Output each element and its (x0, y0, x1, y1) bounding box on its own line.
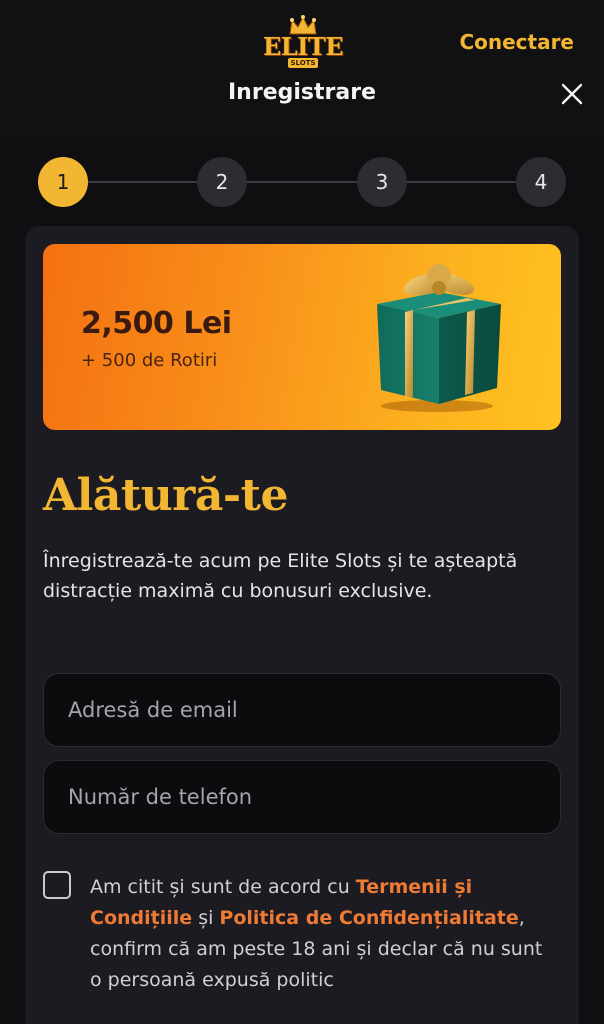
step-3[interactable]: 3 (357, 157, 407, 207)
bonus-amount: 2,500 Lei (81, 306, 232, 341)
elite-slots-logo[interactable]: ELITE SLOTS (262, 14, 344, 68)
email-field[interactable] (43, 673, 561, 747)
welcome-bonus-banner: 2,500 Lei + 500 de Rotiri (43, 244, 561, 430)
phone-field[interactable] (43, 760, 561, 834)
consent-text: Am citit și sunt de acord cu Termenii și… (90, 872, 556, 996)
step-4[interactable]: 4 (516, 157, 566, 207)
step-1[interactable]: 1 (38, 157, 88, 207)
consent-text-middle: și (192, 907, 220, 929)
privacy-link[interactable]: Politica de Confidențialitate (219, 907, 518, 929)
phone-input[interactable] (68, 785, 536, 809)
gift-box-icon (377, 264, 501, 412)
join-headline: Alătură-te (43, 470, 288, 521)
logo-subtext: SLOTS (288, 58, 318, 68)
bonus-spins: + 500 de Rotiri (81, 350, 218, 371)
email-input[interactable] (68, 698, 536, 722)
close-button[interactable] (560, 82, 584, 106)
logo-text: ELITE (262, 32, 344, 61)
join-description: Înregistrează-te acum pe Elite Slots și … (43, 550, 518, 602)
step-2[interactable]: 2 (197, 157, 247, 207)
page-title: Inregistrare (228, 80, 376, 105)
stepper-line (62, 181, 542, 183)
registration-stepper: 1 2 3 4 (38, 157, 566, 207)
close-icon (561, 83, 583, 105)
consent-text-before: Am citit și sunt de acord cu (90, 876, 356, 898)
login-button[interactable]: Conectare (459, 30, 574, 54)
consent-checkbox[interactable] (43, 871, 71, 899)
